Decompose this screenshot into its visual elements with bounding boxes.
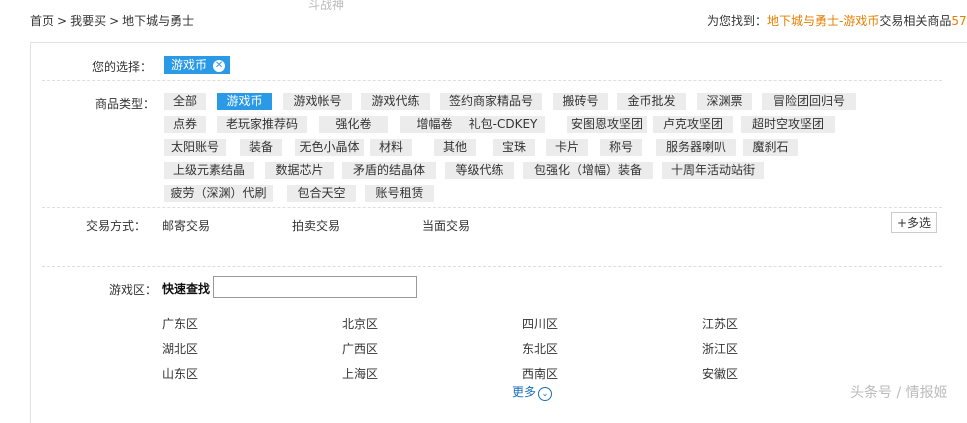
region-item[interactable]: 东北区 [522,340,558,357]
divider [42,266,942,267]
category-tag[interactable]: 称号 [600,139,642,156]
selection-label: 您的选择： [91,60,152,74]
more-regions-label: 更多 [512,385,537,399]
category-tag[interactable]: 卡片 [546,139,588,156]
category-tag[interactable]: 服务器喇叭 [656,139,736,156]
divider [42,80,942,81]
category-tag[interactable]: 礼包-CDKEY [461,116,545,133]
category-tag[interactable]: 无色小晶体 [295,139,364,156]
selected-filter-text: 游戏币 [171,58,208,72]
result-count: 577 [951,14,967,28]
category-tag[interactable]: 装备 [240,139,282,156]
category-tag[interactable]: 强化卷 [319,116,388,133]
region-item[interactable]: 湖北区 [162,340,198,357]
region-item[interactable]: 安徽区 [702,365,738,382]
multi-select-button[interactable]: +多选 [891,212,937,233]
breadcrumb: 首页 > 我要买 > 地下城与勇士 [30,12,194,29]
region-item[interactable]: 北京区 [342,315,378,332]
result-keyword-link[interactable]: 地下城与勇士-游戏币 [767,14,879,28]
region-search-input[interactable] [213,276,417,298]
category-tag[interactable]: 点券 [164,116,206,133]
region-item[interactable]: 广东区 [162,315,198,332]
breadcrumb-buy[interactable]: 我要买 [70,14,106,28]
result-suffix: 交易相关商品 [879,14,952,28]
region-item[interactable]: 江苏区 [702,315,738,332]
region-label: 游戏区： [108,283,157,297]
category-tag[interactable]: 安图恩攻坚团 [567,116,647,133]
category-tag[interactable]: 上级元素结晶 [164,162,254,179]
result-prefix: 为您找到： [707,14,768,28]
trade-option-face[interactable]: 当面交易 [422,217,470,234]
category-tag[interactable]: 其他 [434,139,476,156]
result-summary: 为您找到：地下城与勇士-游戏币交易相关商品577 [707,12,967,29]
category-tag[interactable]: 矛盾的结晶体 [342,162,436,179]
category-tag[interactable]: 金币批发 [617,93,686,110]
more-regions-button[interactable]: 更多 ⌄ [512,383,553,401]
quick-search-label: 快速查找 [162,282,211,296]
trade-label: 交易方式： [85,219,146,233]
overlapping-text: 斗战神 [308,0,345,12]
category-tag[interactable]: 太阳账号 [164,139,226,156]
category-label: 商品类型： [94,97,155,111]
category-tag[interactable]: 十周年活动站街 [662,162,764,179]
selected-filter-tag[interactable]: 游戏币 ✕ [164,56,231,74]
category-tag[interactable]: 魔刹石 [743,139,798,156]
category-tag[interactable]: 材料 [370,139,412,156]
divider [42,207,942,208]
trade-option-auction[interactable]: 拍卖交易 [292,217,340,234]
category-tag[interactable]: 老玩家推荐码 [217,116,307,133]
category-tag[interactable]: 疲劳（深渊）代刷 [164,185,273,202]
category-tag[interactable]: 增幅卷 [400,116,469,133]
region-item[interactable]: 上海区 [342,365,378,382]
breadcrumb-separator: > [109,14,120,28]
category-tag[interactable]: 账号租赁 [365,185,434,202]
category-tag[interactable]: 卢克攻坚团 [653,116,733,133]
category-tag[interactable]: 游戏代练 [361,93,430,110]
region-item[interactable]: 广西区 [342,340,378,357]
category-tag[interactable]: 等级代练 [445,162,514,179]
category-tag[interactable]: 宝珠 [493,139,535,156]
region-item[interactable]: 浙江区 [702,340,738,357]
trade-option-mail[interactable]: 邮寄交易 [162,217,210,234]
category-tag[interactable]: 游戏帐号 [283,93,352,110]
breadcrumb-separator: > [57,14,68,28]
category-tag[interactable]: 全部 [164,93,206,110]
breadcrumb-home[interactable]: 首页 [30,14,54,28]
category-tag[interactable]: 包强化（增幅）装备 [523,162,653,179]
category-tag[interactable]: 签约商家精品号 [440,93,542,110]
category-tag[interactable]: 数据芯片 [265,162,334,179]
region-item[interactable]: 山东区 [162,365,198,382]
breadcrumb-game[interactable]: 地下城与勇士 [122,14,194,28]
category-tag[interactable]: 游戏币 [217,93,272,110]
category-tag[interactable]: 包合天空 [287,185,356,202]
category-tag[interactable]: 搬砖号 [553,93,608,110]
category-tag[interactable]: 深渊票 [697,93,752,110]
watermark: 头条号 / 情报姬 [850,385,948,401]
region-item[interactable]: 四川区 [522,315,558,332]
close-icon[interactable]: ✕ [213,60,226,72]
category-tag[interactable]: 冒险团回归号 [762,93,856,110]
region-item[interactable]: 西南区 [522,365,558,382]
chevron-down-icon: ⌄ [538,387,553,401]
category-tag[interactable]: 超时空攻坚团 [741,116,835,133]
